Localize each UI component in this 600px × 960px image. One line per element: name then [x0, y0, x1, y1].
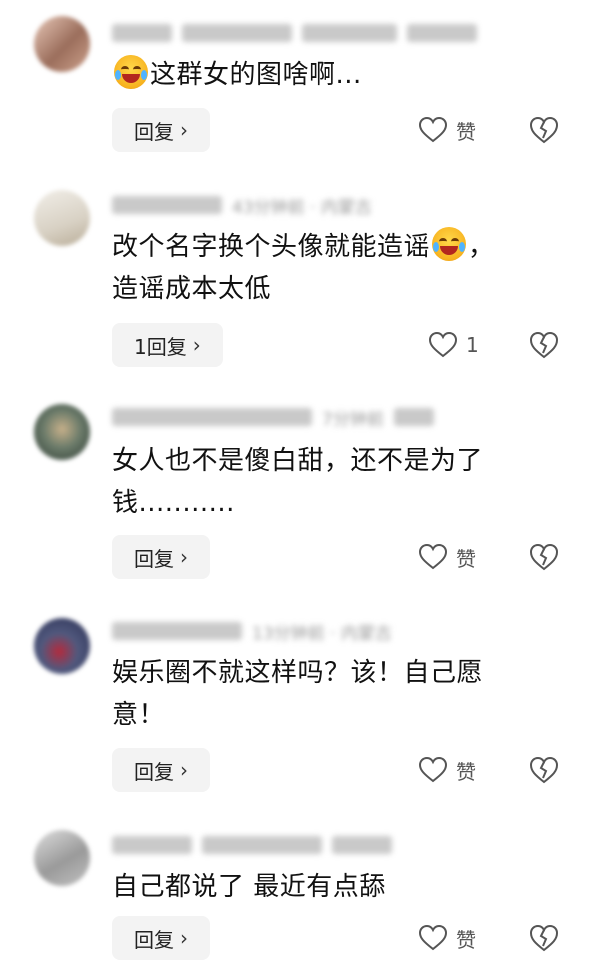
like-button[interactable]: 赞	[418, 535, 476, 579]
like-label: 赞	[456, 927, 476, 952]
reply-button[interactable]: 回复 ›	[112, 916, 210, 960]
like-label: 赞	[456, 119, 476, 144]
comment-meta: 13分钟前 · 内蒙古	[252, 623, 392, 644]
chevron-right-icon: ›	[192, 333, 201, 357]
like-button[interactable]: 赞	[418, 916, 476, 960]
heart-outline-icon	[418, 116, 448, 144]
heart-outline-icon	[418, 924, 448, 952]
like-button[interactable]: 赞	[418, 108, 476, 152]
username-blurred[interactable]	[112, 834, 392, 856]
reply-label: 回复	[134, 927, 174, 952]
reply-button[interactable]: 回复 ›	[112, 108, 210, 152]
like-button[interactable]: 赞	[418, 748, 476, 792]
broken-heart-icon[interactable]	[528, 754, 560, 786]
broken-heart-icon[interactable]	[528, 329, 560, 361]
comment-meta: 7分钟前	[322, 409, 384, 430]
reply-label: 回复	[134, 546, 174, 571]
avatar[interactable]	[34, 404, 90, 460]
reply-label: 回复	[134, 119, 174, 144]
username-blurred[interactable]: 13分钟前 · 内蒙古	[112, 620, 392, 644]
reply-button[interactable]: 1回复 ›	[112, 323, 223, 367]
chevron-right-icon: ›	[180, 545, 188, 569]
avatar[interactable]	[34, 16, 90, 72]
comment-text: 改个名字换个头像就能造谣， 造谣成本太低	[112, 226, 552, 310]
like-label: 赞	[456, 759, 476, 784]
like-count: 1	[466, 333, 479, 357]
heart-outline-icon	[428, 331, 458, 359]
username-blurred[interactable]: 43分钟前 · 内蒙古	[112, 194, 372, 218]
reply-button[interactable]: 回复 ›	[112, 748, 210, 792]
comment-text: 女人也不是傻白甜，还不是为了 钱...........	[112, 446, 484, 518]
avatar[interactable]	[34, 618, 90, 674]
heart-outline-icon	[418, 543, 448, 571]
chevron-right-icon: ›	[180, 758, 188, 782]
comment-text: 自己都说了 最近有点舔	[112, 872, 386, 902]
reply-label: 1回复	[134, 334, 187, 359]
like-label: 赞	[456, 546, 476, 571]
chevron-right-icon: ›	[180, 118, 188, 142]
username-blurred[interactable]	[112, 22, 477, 44]
comment-text: 娱乐圈不就这样吗？该！自己愿 意！	[112, 658, 484, 730]
like-button[interactable]: 1	[428, 323, 479, 367]
avatar[interactable]	[34, 830, 90, 886]
avatar[interactable]	[34, 190, 90, 246]
broken-heart-icon[interactable]	[528, 114, 560, 146]
comment-meta: 43分钟前 · 内蒙古	[232, 197, 372, 218]
laughing-crying-emoji-icon	[114, 55, 148, 89]
heart-outline-icon	[418, 756, 448, 784]
broken-heart-icon[interactable]	[528, 922, 560, 954]
chevron-right-icon: ›	[180, 926, 188, 950]
comment-text: 这群女的图啥啊...	[112, 54, 552, 96]
reply-button[interactable]: 回复 ›	[112, 535, 210, 579]
laughing-crying-emoji-icon	[432, 227, 467, 261]
username-blurred[interactable]: 7分钟前	[112, 406, 434, 430]
broken-heart-icon[interactable]	[528, 541, 560, 573]
reply-label: 回复	[134, 759, 174, 784]
